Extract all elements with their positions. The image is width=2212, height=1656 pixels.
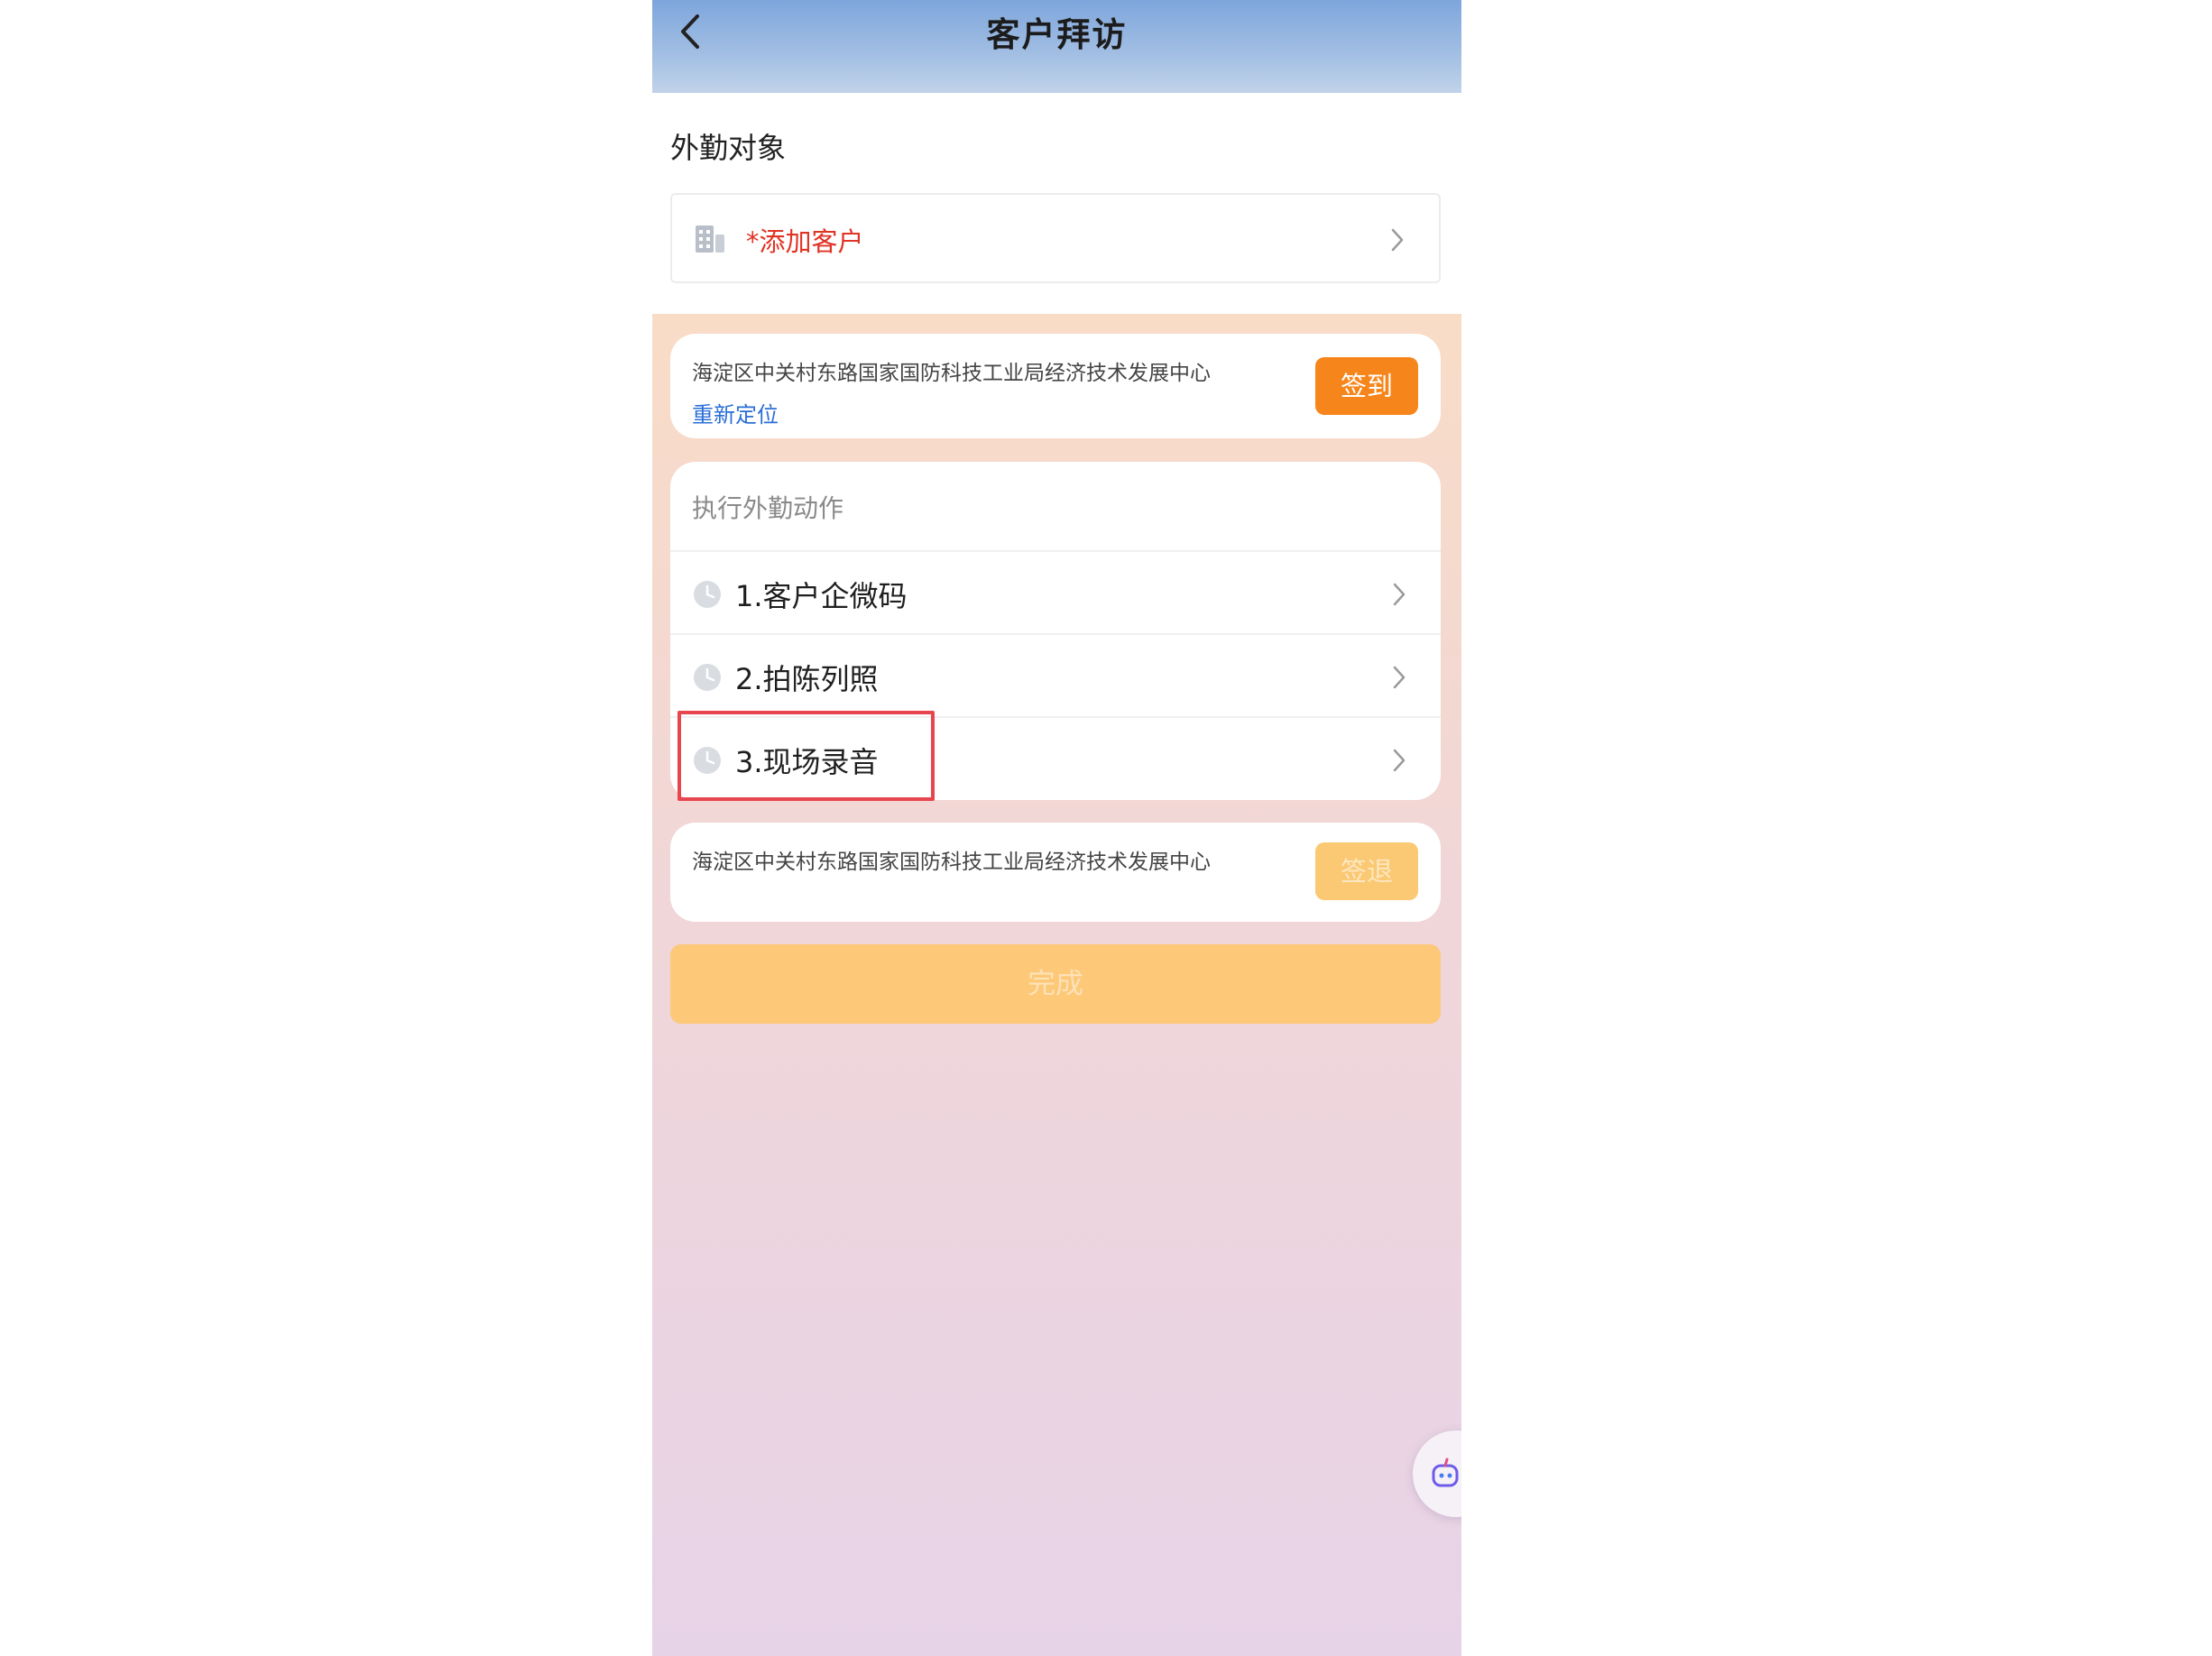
assistant-bot-icon [1432,1458,1459,1487]
action-item-display-photo[interactable]: 2.拍陈列照 [670,633,1441,716]
action-item-label: 1.客户企微码 [735,579,908,613]
section-label-target: 外勤对象 [670,131,787,165]
checkin-button[interactable]: 签到 [1315,357,1418,415]
chevron-right-icon [1391,228,1404,252]
floating-assistant-button[interactable] [1413,1431,1461,1517]
add-customer-button[interactable]: *添加客户 [670,193,1441,283]
action-item-label: 2.拍陈列照 [735,662,879,696]
chevron-right-icon [1393,666,1406,689]
chevron-right-icon [1393,749,1406,772]
field-actions-card: 执行外勤动作 1.客户企微码 2.拍陈列照 3.现场录音 [670,462,1441,801]
clock-icon [694,747,721,774]
action-item-customer-wecom-code[interactable]: 1.客户企微码 [670,550,1441,633]
clock-icon [694,664,721,691]
checkin-card: 海淀区中关村东路国家国防科技工业局经济技术发展中心 重新定位 签到 [670,334,1441,438]
building-icon [696,225,724,253]
clock-icon [694,581,721,608]
page-title: 客户拜访 [986,15,1128,54]
actions-card-title: 执行外勤动作 [692,493,844,523]
target-section: 外勤对象 *添加客户 [652,93,1461,314]
action-item-label: 3.现场录音 [735,745,879,779]
add-customer-label: *添加客户 [746,226,864,257]
done-button[interactable]: 完成 [670,944,1441,1024]
navigation-bar: 客户拜访 [652,0,1461,93]
relocate-link[interactable]: 重新定位 [692,397,779,428]
phone-screen: 客户拜访 外勤对象 *添加客户 海淀区中关村东路国家国防科技工业局经济技术发展中… [652,0,1461,1656]
action-item-onsite-recording[interactable]: 3.现场录音 [670,716,1441,799]
checkout-button[interactable]: 签退 [1315,842,1418,900]
chevron-right-icon [1393,583,1406,606]
checkin-address: 海淀区中关村东路国家国防科技工业局经济技术发展中心 [692,362,1211,385]
checkout-card: 海淀区中关村东路国家国防科技工业局经济技术发展中心 签退 [670,823,1441,922]
checkout-address: 海淀区中关村东路国家国防科技工业局经济技术发展中心 [692,851,1211,874]
